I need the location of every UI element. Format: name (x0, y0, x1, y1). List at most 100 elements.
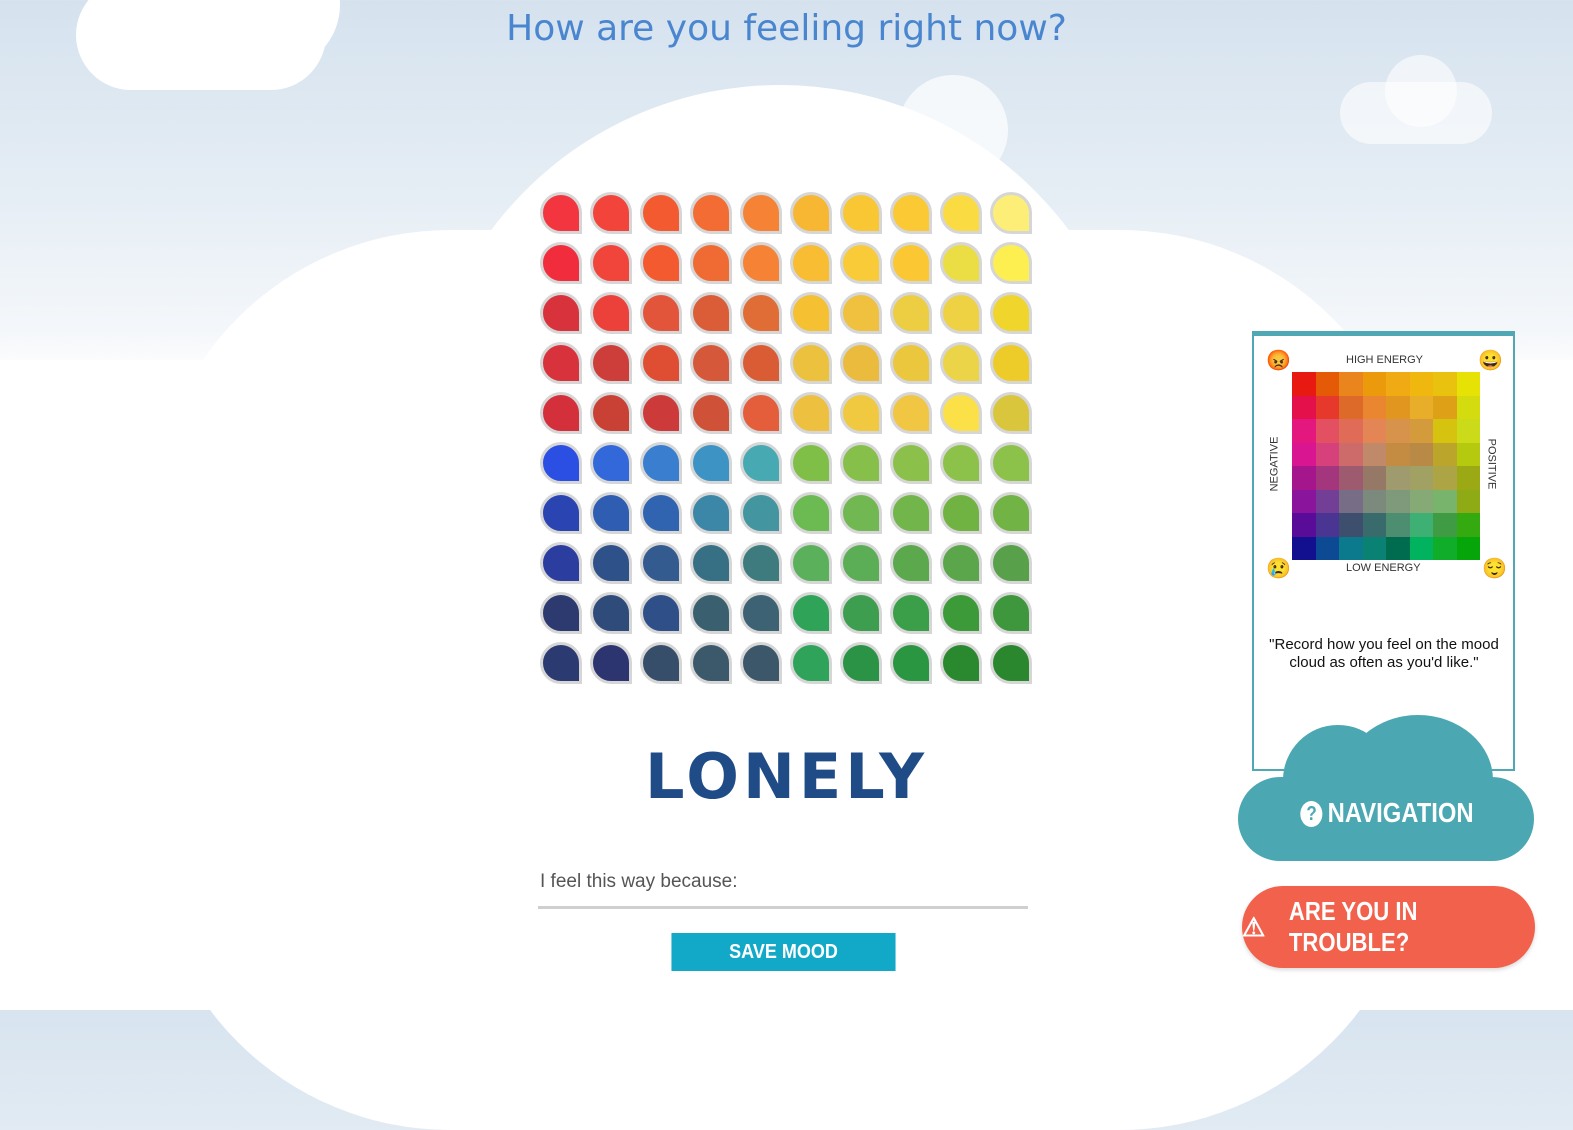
mood-dot[interactable] (740, 242, 782, 284)
mood-dot[interactable] (990, 242, 1032, 284)
mood-dot[interactable] (890, 492, 932, 534)
mood-dot[interactable] (890, 442, 932, 484)
mood-dot[interactable] (890, 642, 932, 684)
mood-dot[interactable] (640, 242, 682, 284)
mood-dot[interactable] (540, 392, 582, 434)
mood-dot[interactable] (590, 192, 632, 234)
mood-dot[interactable] (690, 292, 732, 334)
mood-dot[interactable] (840, 342, 882, 384)
mood-dot[interactable] (940, 642, 982, 684)
mood-dot[interactable] (590, 592, 632, 634)
mood-dot[interactable] (740, 642, 782, 684)
mood-dot[interactable] (690, 492, 732, 534)
mood-dot[interactable] (940, 242, 982, 284)
mood-dot[interactable] (590, 642, 632, 684)
mood-dot[interactable] (940, 292, 982, 334)
mood-dot[interactable] (640, 492, 682, 534)
mood-dot[interactable] (890, 592, 932, 634)
mood-dot[interactable] (740, 442, 782, 484)
mood-dot[interactable] (590, 242, 632, 284)
mood-dot[interactable] (590, 392, 632, 434)
mood-dot[interactable] (740, 342, 782, 384)
mood-dot[interactable] (590, 492, 632, 534)
mood-dot[interactable] (790, 542, 832, 584)
mood-dot[interactable] (840, 542, 882, 584)
mood-dot[interactable] (690, 192, 732, 234)
navigation-button[interactable]: ? NAVIGATION (1238, 715, 1536, 863)
mood-dot[interactable] (690, 642, 732, 684)
mood-dot[interactable] (840, 492, 882, 534)
mood-dot[interactable] (740, 592, 782, 634)
mood-dot[interactable] (840, 192, 882, 234)
mood-dot[interactable] (540, 542, 582, 584)
save-mood-button[interactable]: SAVE MOOD (671, 933, 896, 971)
mood-dot[interactable] (640, 542, 682, 584)
reason-input[interactable] (538, 858, 1032, 906)
mood-dot[interactable] (690, 342, 732, 384)
mood-dot[interactable] (990, 592, 1032, 634)
mood-dot[interactable] (540, 442, 582, 484)
mood-dot[interactable] (990, 342, 1032, 384)
mood-dot[interactable] (590, 342, 632, 384)
mood-dot[interactable] (790, 242, 832, 284)
mood-dot[interactable] (640, 292, 682, 334)
trouble-button[interactable]: ⚠ ARE YOU IN TROUBLE? (1242, 886, 1535, 968)
mood-dot[interactable] (940, 492, 982, 534)
mood-dot[interactable] (890, 342, 932, 384)
mood-dot[interactable] (790, 342, 832, 384)
mood-dot[interactable] (690, 542, 732, 584)
mood-dot[interactable] (840, 442, 882, 484)
mood-dot[interactable] (990, 192, 1032, 234)
mood-dot[interactable] (940, 592, 982, 634)
mood-dot[interactable] (790, 492, 832, 534)
mood-dot[interactable] (640, 342, 682, 384)
mood-dot[interactable] (690, 242, 732, 284)
mood-dot[interactable] (540, 292, 582, 334)
mood-dot[interactable] (640, 192, 682, 234)
mood-dot[interactable] (540, 342, 582, 384)
mood-dot[interactable] (990, 542, 1032, 584)
mood-dot[interactable] (840, 392, 882, 434)
mood-dot[interactable] (890, 192, 932, 234)
mood-dot[interactable] (840, 642, 882, 684)
mood-dot[interactable] (590, 292, 632, 334)
mood-dot[interactable] (940, 542, 982, 584)
mood-dot[interactable] (590, 442, 632, 484)
mood-dot[interactable] (540, 592, 582, 634)
mood-dot[interactable] (640, 392, 682, 434)
mood-dot[interactable] (640, 592, 682, 634)
mood-dot[interactable] (640, 642, 682, 684)
mood-dot[interactable] (790, 192, 832, 234)
mood-dot[interactable] (840, 292, 882, 334)
mood-dot[interactable] (890, 292, 932, 334)
mood-dot[interactable] (990, 392, 1032, 434)
mood-dot[interactable] (740, 542, 782, 584)
mood-dot[interactable] (990, 492, 1032, 534)
mood-dot[interactable] (990, 442, 1032, 484)
mood-dot[interactable] (890, 242, 932, 284)
mood-dot[interactable] (790, 642, 832, 684)
mood-dot[interactable] (890, 542, 932, 584)
mood-dot[interactable] (690, 592, 732, 634)
mood-dot[interactable] (940, 392, 982, 434)
mood-dot[interactable] (640, 442, 682, 484)
mood-dot[interactable] (740, 392, 782, 434)
mood-dot[interactable] (740, 192, 782, 234)
mood-dot[interactable] (740, 492, 782, 534)
mood-dot[interactable] (990, 642, 1032, 684)
mood-dot[interactable] (840, 592, 882, 634)
mood-dot[interactable] (840, 242, 882, 284)
mood-dot[interactable] (540, 192, 582, 234)
mood-dot[interactable] (940, 442, 982, 484)
mood-dot[interactable] (790, 392, 832, 434)
mood-dot[interactable] (740, 292, 782, 334)
mood-dot[interactable] (890, 392, 932, 434)
mood-dot[interactable] (540, 642, 582, 684)
mood-dot[interactable] (790, 592, 832, 634)
mood-dot[interactable] (690, 392, 732, 434)
mood-dot[interactable] (790, 292, 832, 334)
mood-dot[interactable] (990, 292, 1032, 334)
mood-dot[interactable] (790, 442, 832, 484)
mood-dot[interactable] (940, 342, 982, 384)
mood-dot[interactable] (540, 242, 582, 284)
